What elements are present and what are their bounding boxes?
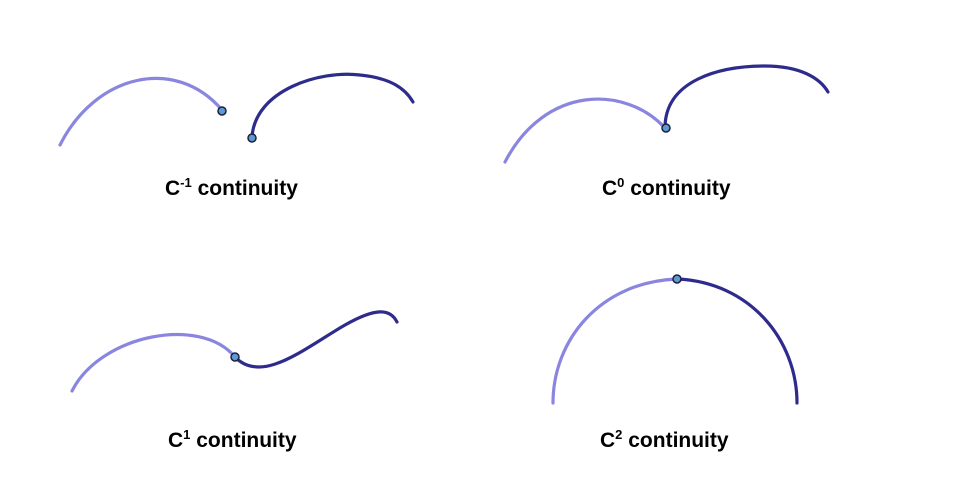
caption-c2: C2 continuity xyxy=(600,427,729,452)
joint-point-left-end xyxy=(217,106,227,116)
panel-c0: C0 continuity xyxy=(503,64,830,200)
joint-point-c0 xyxy=(661,123,671,133)
dark-curve-c2 xyxy=(675,277,799,405)
panel-c-minus-1: C-1 continuity xyxy=(58,72,415,200)
light-curve-c-minus-1 xyxy=(58,76,224,147)
joint-point-c2 xyxy=(672,274,682,284)
joint-point-c1 xyxy=(230,352,240,362)
caption-c0: C0 continuity xyxy=(602,175,731,200)
light-curve-c1 xyxy=(70,333,237,393)
panel-c1: C1 continuity xyxy=(70,310,399,452)
joint-point-right-start xyxy=(247,133,257,143)
dark-curve-c1 xyxy=(233,310,399,369)
caption-c1: C1 continuity xyxy=(168,427,297,452)
dark-curve-c0 xyxy=(663,64,830,130)
continuity-diagram: C-1 continuity C0 continuity C1 continui… xyxy=(58,64,830,452)
panel-c2: C2 continuity xyxy=(551,274,799,452)
light-curve-c0 xyxy=(503,97,667,164)
caption-c-minus-1: C-1 continuity xyxy=(165,175,298,200)
dark-curve-c-minus-1 xyxy=(250,72,415,139)
light-curve-c2 xyxy=(551,277,679,405)
